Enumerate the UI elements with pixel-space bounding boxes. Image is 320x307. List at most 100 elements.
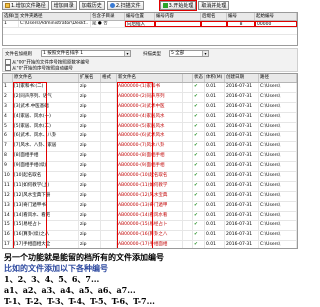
table-cell: 14 — [3, 211, 13, 221]
table-row[interactable]: 13 [13]奇门遁甲书 zip AB00000-(13)奇门遁甲 ✔ 0.01 2016-… — [3, 201, 297, 212]
table-cell — [183, 162, 193, 172]
table-cell: 0.01 — [205, 122, 225, 132]
col-header: 包含子目录 — [91, 13, 125, 20]
table-row[interactable]: 12 [12]风水宝典下册 zip AB00000-(12)风水宝典 ✔ 0.01 2016… — [3, 191, 297, 202]
folder-row-empty — [3, 28, 297, 35]
table-cell: 0.01 — [205, 172, 225, 181]
col-header: 扩展名 — [79, 74, 101, 82]
table-cell — [183, 102, 193, 112]
table-cell: [13]奇门遁甲书 — [13, 201, 79, 211]
table-cell: [14]看风水、看宅 — [13, 211, 79, 221]
folder-row[interactable]: 1 C:\Users\Administrator\Deskt.. 是 ● 否 向… — [3, 21, 297, 28]
table-row[interactable]: 6 [6]武术、风水、八卦 zip AB00000-(6)武术风水 ✔ 0.01 2016-… — [3, 132, 297, 143]
cell[interactable] — [201, 21, 227, 27]
table-cell: 0.01 — [205, 152, 225, 162]
table-cell: ✔ — [193, 102, 205, 112]
table-cell — [183, 172, 193, 181]
table-row[interactable]: 5 [5]家居、风水(二) zip AB00000-(5)家居风水 ✔ 0.01 2016-… — [3, 122, 297, 133]
table-cell: 0.01 — [205, 221, 225, 231]
col-header: 格式 — [101, 74, 117, 82]
table-cell: [16]算卦(续)之八 — [13, 231, 79, 241]
table-cell — [183, 181, 193, 191]
cell[interactable]: 是 ● 否 — [91, 21, 125, 27]
table-row[interactable]: 11 [11]如何教学(上) zip AB00000-(11)如何教学 ✔ 0.01 201… — [3, 181, 297, 192]
table-cell: 15 — [3, 221, 13, 231]
table-row[interactable]: 9 [9]面相手相(续) zip AB00000-(9)面相手相 ✔ 0.01 2016-0… — [3, 162, 297, 173]
table-cell: C:\Users\ — [259, 221, 297, 231]
table-cell: C:\Users\ — [259, 211, 297, 221]
toolbar: 1.增加文件路径 增加目录 加载历史 2.扫描文件 3.开始处理 取消并处理 — [2, 0, 298, 11]
table-cell: 2 — [3, 92, 13, 102]
cancel-button[interactable]: 取消并处理 — [198, 1, 230, 10]
table-row[interactable]: 3 [3]武术.中医基础 zip AB00000-(3)武术中医 ✔ 0.01 2016-0… — [3, 102, 297, 113]
table-cell: C:\Users\ — [259, 112, 297, 122]
option-2[interactable]: 从"0"开始的序号按照自动编号 — [5, 65, 73, 72]
table-cell: zip — [79, 201, 101, 211]
col-header — [183, 74, 193, 82]
table-cell: [10]起名取名 — [13, 172, 79, 181]
cell[interactable]: 8 — [227, 21, 255, 27]
col-header: 编号 — [227, 13, 255, 20]
table-cell — [101, 231, 117, 241]
table-cell: ✔ — [193, 201, 205, 211]
add-dir-button[interactable]: 增加目录 — [50, 1, 77, 10]
table-cell: [8]面相手相 — [13, 152, 79, 162]
mode-value: 1 按照文件名排序 1 — [43, 51, 84, 56]
table-cell — [101, 142, 117, 152]
cell[interactable]: 向后插入 — [125, 21, 155, 27]
table-cell: ✔ — [193, 181, 205, 191]
table-row[interactable]: 4 [4]家居、风水(一) zip AB00000-(4)家居风水 ✔ 0.01 2016-… — [3, 112, 297, 123]
table-row[interactable]: 1 [1]家和书:(二) zip AB00000-(1)家和书 ✔ 0.01 2016-07… — [3, 83, 297, 93]
table-cell — [183, 201, 193, 211]
table-row[interactable]: 2 [2]同声序列、语气 zip AB00000-(2)同声序列 ✔ 0.01 2016-0… — [3, 92, 297, 103]
table-cell: [2]同声序列、语气 — [13, 92, 79, 102]
description-line: 比如的文件添加以下各种编号 — [4, 263, 108, 273]
table-cell: ✔ — [193, 132, 205, 142]
table-cell: ✔ — [193, 231, 205, 241]
checkbox-icon[interactable] — [5, 65, 11, 71]
table-cell: 1 — [3, 83, 13, 92]
col-header: 原文件名 — [13, 74, 79, 82]
scan-files-button[interactable]: 2.扫描文件 — [106, 1, 144, 10]
scan-type-select[interactable]: 5 全部 ▾ — [169, 50, 209, 57]
table-cell: [3]武术.中医基础 — [13, 102, 79, 112]
table-cell: 2016-07-31 — [225, 142, 259, 152]
table-cell: AB00000-(3)武术中医 — [117, 102, 183, 112]
table-cell: AB00000-(15)易经占卜 — [117, 221, 183, 231]
table-cell — [101, 83, 117, 92]
table-cell: 5 — [3, 122, 13, 132]
table-cell: [11]如何教学(上) — [13, 181, 79, 191]
cell[interactable]: 00000 — [255, 21, 297, 27]
table-cell: C:\Users\ — [259, 102, 297, 112]
mode-select[interactable]: 1 按照文件名排序 1 ▾ — [41, 50, 131, 57]
table-row[interactable]: 17 [17]手相面相大全 zip AB00000-(17)手相面相 ✔ 0.01 2016… — [3, 241, 297, 248]
table-cell: C:\Users\ — [259, 231, 297, 241]
table-cell: zip — [79, 221, 101, 231]
table-cell: zip — [79, 122, 101, 132]
table-cell: 0.01 — [205, 102, 225, 112]
start-process-button[interactable]: 3.开始处理 — [158, 0, 198, 11]
load-history-label: 加载历史 — [81, 3, 102, 9]
table-cell: C:\Users\ — [259, 201, 297, 211]
cell[interactable] — [155, 21, 201, 27]
table-cell: ✔ — [193, 191, 205, 201]
table-cell — [101, 172, 117, 181]
chevron-down-icon: ▾ — [202, 51, 208, 56]
option-2-label: 从"0"开始的序号按照自动编号 — [12, 66, 74, 72]
table-cell — [101, 162, 117, 172]
table-cell — [101, 201, 117, 211]
table-row[interactable]: 14 [14]看风水、看宅 zip AB00000-(14)看风水看 ✔ 0.01 2016… — [3, 211, 297, 222]
add-path-button[interactable]: 1.增加文件路径 — [2, 1, 49, 10]
table-cell — [101, 122, 117, 132]
table-cell: 0.01 — [205, 112, 225, 122]
table-cell — [101, 221, 117, 231]
table-cell: [4]家居、风水(一) — [13, 112, 79, 122]
load-history-button[interactable]: 加载历史 — [78, 1, 105, 10]
table-row[interactable]: 10 [10]起名取名 zip AB00000-(10)起名取名 ✔ 0.01 2016-0… — [3, 172, 297, 182]
table-row[interactable]: 15 [15]易经占卜 zip AB00000-(15)易经占卜 ✔ 0.01 2016-0… — [3, 221, 297, 232]
table-cell: AB00000-(2)同声序列 — [117, 92, 183, 102]
table-cell: 2016-07-31 — [225, 102, 259, 112]
table-row[interactable]: 7 [7]风水、八卦、家居 zip AB00000-(7)风水八卦 ✔ 0.01 2016-… — [3, 142, 297, 153]
table-row[interactable]: 16 [16]算卦(续)之八 zip AB00000-(16)算卦之八 ✔ 0.01 201… — [3, 231, 297, 242]
table-row[interactable]: 8 [8]面相手相 zip AB00000-(8)面相手相 ✔ 0.01 2016-07-3… — [3, 152, 297, 163]
